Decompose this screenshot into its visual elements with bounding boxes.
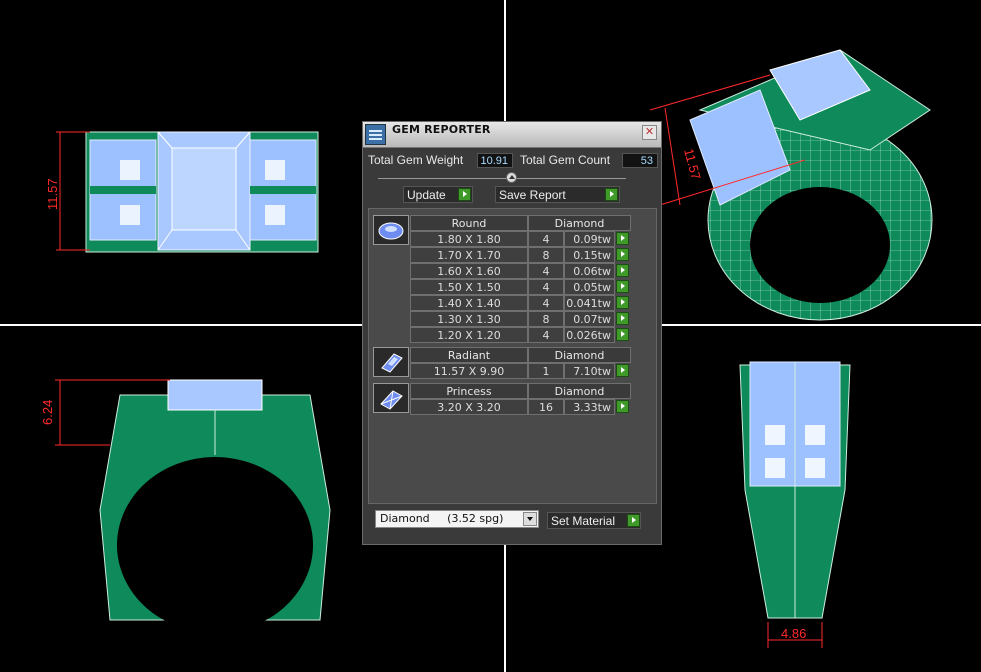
gem-count-cell: 4: [528, 279, 564, 295]
gem-weight-cell: 0.09tw: [564, 231, 615, 247]
ring-perspective-view: [689, 49, 933, 321]
gem-row-go-icon[interactable]: [616, 328, 629, 341]
panel-divider: [378, 178, 626, 179]
group-shape-header: Princess: [410, 383, 528, 399]
gem-row-go-icon[interactable]: [616, 400, 629, 413]
gem-row-go-icon[interactable]: [616, 364, 629, 377]
set-material-button-label: Set Material: [551, 514, 616, 528]
total-gem-count-label: Total Gem Count: [520, 153, 611, 167]
gem-weight-cell: 0.026tw: [564, 327, 615, 343]
dimension-top-left: 11.57: [45, 131, 90, 251]
gem-count-cell: 4: [528, 231, 564, 247]
princess-gem-icon: [373, 383, 409, 413]
gem-count-cell: 4: [528, 327, 564, 343]
ring-front-view: [739, 361, 851, 619]
group-material-header: Diamond: [528, 383, 631, 399]
save-report-go-icon[interactable]: [605, 188, 618, 201]
group-shape-header: Radiant: [410, 347, 528, 363]
gem-size-cell: 3.20 X 3.20: [410, 399, 528, 415]
gem-weight-cell: 0.15tw: [564, 247, 615, 263]
gem-row-go-icon[interactable]: [616, 296, 629, 309]
group-material-header: Diamond: [528, 347, 631, 363]
total-gem-weight-value: 10.91: [477, 153, 513, 168]
ring-top-view: [85, 131, 319, 253]
gem-weight-cell: 0.05tw: [564, 279, 615, 295]
gem-size-cell: 1.50 X 1.50: [410, 279, 528, 295]
svg-text:11.57: 11.57: [681, 147, 704, 181]
svg-text:6.24: 6.24: [40, 400, 55, 425]
material-select[interactable]: Diamond (3.52 spg): [375, 510, 539, 528]
gem-size-cell: 1.80 X 1.80: [410, 231, 528, 247]
gem-count-cell: 4: [528, 263, 564, 279]
ring-side-view: [99, 379, 331, 633]
material-select-value: Diamond (3.52 spg): [380, 512, 504, 525]
total-gem-weight-label: Total Gem Weight: [368, 153, 464, 167]
group-material-header: Diamond: [528, 215, 631, 231]
gem-weight-cell: 3.33tw: [564, 399, 615, 415]
set-material-go-icon[interactable]: [627, 514, 640, 527]
gem-size-cell: 1.70 X 1.70: [410, 247, 528, 263]
gem-weight-cell: 0.07tw: [564, 311, 615, 327]
panel-title: GEM REPORTER: [392, 123, 491, 136]
radiant-gem-icon: [373, 347, 409, 377]
close-icon[interactable]: ✕: [642, 125, 657, 140]
gem-size-cell: 1.30 X 1.30: [410, 311, 528, 327]
gem-weight-cell: 0.041tw: [564, 295, 615, 311]
gem-count-cell: 8: [528, 311, 564, 327]
gem-row-go-icon[interactable]: [616, 248, 629, 261]
gem-row-go-icon[interactable]: [616, 280, 629, 293]
gem-reporter-panel: GEM REPORTER ✕ Total Gem Weight 10.91 To…: [362, 121, 662, 545]
gem-size-cell: 11.57 X 9.90: [410, 363, 528, 379]
gem-size-cell: 1.40 X 1.40: [410, 295, 528, 311]
total-gem-count-value: 53: [622, 153, 658, 168]
collapse-handle-icon[interactable]: [506, 172, 517, 183]
dimension-bottom-right: 4.86: [767, 622, 823, 648]
panel-titlebar[interactable]: GEM REPORTER ✕: [363, 122, 661, 148]
gem-weight-cell: 7.10tw: [564, 363, 615, 379]
update-go-icon[interactable]: [458, 188, 471, 201]
gem-weight-cell: 0.06tw: [564, 263, 615, 279]
gem-size-cell: 1.60 X 1.60: [410, 263, 528, 279]
update-button-label: Update: [407, 188, 446, 202]
group-shape-header: Round: [410, 215, 528, 231]
gem-count-cell: 4: [528, 295, 564, 311]
save-report-button[interactable]: Save Report: [495, 186, 620, 203]
svg-text:11.57: 11.57: [45, 178, 60, 210]
gem-count-cell: 8: [528, 247, 564, 263]
svg-text:4.86: 4.86: [781, 626, 806, 641]
gem-row-go-icon[interactable]: [616, 264, 629, 277]
gem-row-go-icon[interactable]: [616, 232, 629, 245]
gem-report-list[interactable]: Round Diamond 1.80 X 1.80 4 0.09tw 1.70 …: [368, 208, 657, 504]
gem-count-cell: 16: [528, 399, 564, 415]
gem-reporter-app-icon: [365, 124, 386, 145]
gem-count-cell: 1: [528, 363, 564, 379]
chevron-down-icon[interactable]: [523, 512, 537, 526]
round-gem-icon: [373, 215, 409, 245]
save-report-button-label: Save Report: [499, 188, 566, 202]
gem-row-go-icon[interactable]: [616, 312, 629, 325]
gem-size-cell: 1.20 X 1.20: [410, 327, 528, 343]
